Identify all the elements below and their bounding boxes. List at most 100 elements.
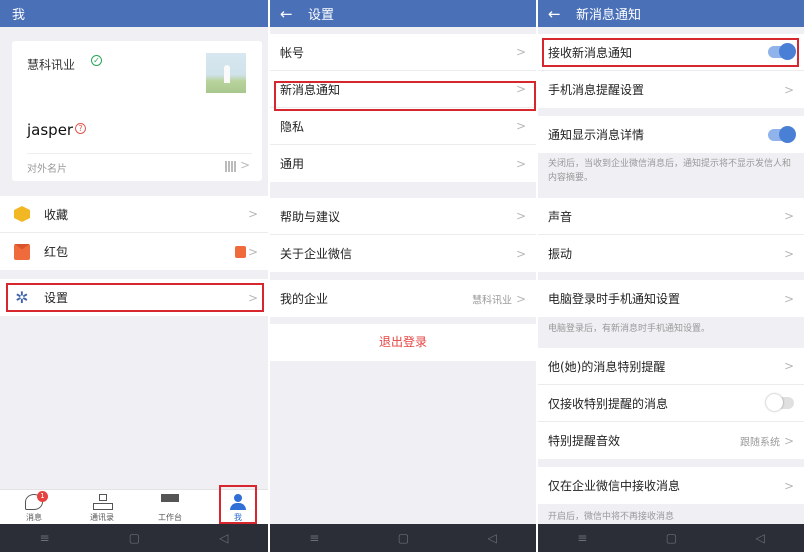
cube-icon bbox=[14, 206, 30, 222]
special-sound-row[interactable]: 特别提醒音效 跟随系统 > bbox=[538, 422, 804, 459]
chevron-right-icon: > bbox=[247, 244, 258, 259]
chevron-right-icon: > bbox=[515, 119, 526, 133]
receive-notification-row[interactable]: 接收新消息通知 bbox=[538, 34, 804, 71]
menu-item-label: 收藏 bbox=[44, 207, 69, 222]
gear-icon: ✲ bbox=[15, 287, 29, 307]
settings-item-label: 我的企业 bbox=[280, 292, 329, 306]
special-sound-value: 跟随系统 bbox=[740, 437, 780, 448]
row-label: 振动 bbox=[548, 247, 573, 261]
chevron-right-icon: > bbox=[515, 82, 526, 96]
chevron-right-icon: > bbox=[515, 45, 526, 59]
settings-group-2: 帮助与建议 > 关于企业微信 > bbox=[270, 198, 536, 272]
row-label: 仅接收特别提醒的消息 bbox=[548, 396, 669, 411]
chevron-right-icon: > bbox=[783, 82, 794, 97]
special-reminder-row[interactable]: 他(她)的消息特别提醒 > bbox=[538, 348, 804, 385]
bottom-tab-bar: 1 消息 通讯录 工作台 我 bbox=[0, 489, 268, 525]
me-menu-group: 收藏 > 红包 > bbox=[0, 196, 268, 270]
company-name: 慧科讯业 bbox=[27, 58, 76, 72]
chevron-right-icon: > bbox=[239, 158, 250, 172]
row-label: 他(她)的消息特别提醒 bbox=[548, 359, 666, 374]
menu-item-settings[interactable]: ✲ 设置 > bbox=[0, 279, 268, 316]
tab-contacts[interactable]: 通讯录 bbox=[72, 490, 132, 526]
nav-menu-icon[interactable]: ≡ bbox=[40, 531, 50, 545]
chevron-right-icon: > bbox=[783, 209, 794, 223]
chevron-right-icon: > bbox=[247, 207, 258, 221]
chevron-right-icon: > bbox=[783, 478, 794, 493]
nav-menu-icon[interactable]: ≡ bbox=[309, 531, 319, 545]
pc-login-notify-row[interactable]: 电脑登录时手机通知设置 > bbox=[538, 280, 804, 317]
tab-me[interactable]: 我 bbox=[208, 490, 268, 526]
only-wework-row[interactable]: 仅在企业微信中接收消息 > bbox=[538, 467, 804, 504]
chevron-right-icon: > bbox=[783, 359, 794, 373]
nav-home-icon[interactable]: ▢ bbox=[666, 531, 677, 545]
enterprise-value: 慧科讯业 bbox=[472, 295, 512, 306]
chevron-right-icon: > bbox=[515, 246, 526, 261]
nav-home-icon[interactable]: ▢ bbox=[398, 531, 409, 545]
qr-code-icon[interactable] bbox=[225, 161, 237, 172]
notification-group-6: 仅在企业微信中接收消息 > bbox=[538, 467, 804, 504]
me-topbar: 我 bbox=[0, 0, 268, 27]
settings-item-help[interactable]: 帮助与建议 > bbox=[270, 198, 536, 235]
unread-badge: 1 bbox=[37, 491, 48, 502]
chevron-right-icon: > bbox=[783, 291, 794, 306]
back-arrow-icon[interactable]: ← bbox=[280, 5, 294, 23]
chevron-right-icon: > bbox=[515, 209, 526, 223]
tab-messages[interactable]: 1 消息 bbox=[4, 490, 64, 526]
chevron-right-icon: > bbox=[783, 246, 794, 261]
settings-item-label: 通用 bbox=[280, 157, 305, 171]
settings-screen: ← 设置 帐号 > 新消息通知 > 隐私 > 通用 > 帮助与建议 > 关于企业… bbox=[270, 0, 536, 552]
nav-back-icon[interactable]: ◁ bbox=[756, 531, 765, 545]
page-title: 新消息通知 bbox=[576, 8, 642, 23]
nav-back-icon[interactable]: ◁ bbox=[488, 531, 497, 545]
menu-item-label: 红包 bbox=[44, 245, 69, 259]
sound-row[interactable]: 声音 > bbox=[538, 198, 804, 235]
show-detail-toggle[interactable] bbox=[768, 125, 796, 143]
settings-group-1: 帐号 > 新消息通知 > 隐私 > 通用 > bbox=[270, 34, 536, 182]
user-name: jasper bbox=[27, 121, 74, 139]
row-label: 仅在企业微信中接收消息 bbox=[548, 479, 681, 493]
pc-login-note: 电脑登录后，有新消息时手机通知设置。 bbox=[548, 324, 711, 334]
row-label: 接收新消息通知 bbox=[548, 45, 633, 60]
tab-label: 通讯录 bbox=[90, 513, 114, 522]
avatar[interactable] bbox=[206, 53, 246, 93]
nav-back-icon[interactable]: ◁ bbox=[219, 531, 228, 545]
back-arrow-icon[interactable]: ← bbox=[548, 5, 562, 23]
profile-card[interactable]: 慧科讯业 ✓ jasper ? 对外名片 > bbox=[12, 41, 262, 181]
row-label: 特别提醒音效 bbox=[548, 434, 621, 448]
notification-screen: ← 新消息通知 接收新消息通知 手机消息提醒设置 > 通知显示消息详情 关闭后，… bbox=[538, 0, 804, 552]
nav-menu-icon[interactable]: ≡ bbox=[577, 531, 587, 545]
settings-item-label: 帮助与建议 bbox=[280, 209, 341, 224]
notification-group-1: 接收新消息通知 手机消息提醒设置 > bbox=[538, 34, 804, 108]
settings-item-label: 关于企业微信 bbox=[280, 247, 353, 261]
only-special-toggle[interactable] bbox=[766, 394, 794, 411]
system-nav-bar: ≡ ▢ ◁ bbox=[538, 524, 804, 552]
show-detail-note: 关闭后，当收到企业微信消息后，通知提示将不显示发信人和内容摘要。 bbox=[548, 159, 792, 183]
settings-item-new-message-notification[interactable]: 新消息通知 > bbox=[270, 71, 536, 108]
phone-reminder-settings-row[interactable]: 手机消息提醒设置 > bbox=[538, 71, 804, 108]
nav-home-icon[interactable]: ▢ bbox=[129, 531, 140, 545]
show-detail-row[interactable]: 通知显示消息详情 bbox=[538, 116, 804, 153]
settings-item-general[interactable]: 通用 > bbox=[270, 145, 536, 182]
verified-icon: ✓ bbox=[91, 55, 102, 66]
only-special-row[interactable]: 仅接收特别提醒的消息 bbox=[538, 385, 804, 422]
menu-item-red-envelope[interactable]: 红包 > bbox=[0, 233, 268, 270]
settings-topbar: ← 设置 bbox=[270, 0, 536, 27]
system-nav-bar: ≡ ▢ ◁ bbox=[0, 524, 268, 552]
me-screen: 我 慧科讯业 ✓ jasper ? 对外名片 > 收藏 > 红包 > ✲ 设置 … bbox=[0, 0, 268, 552]
settings-item-privacy[interactable]: 隐私 > bbox=[270, 108, 536, 145]
tab-workbench[interactable]: 工作台 bbox=[140, 490, 200, 526]
settings-item-my-enterprise[interactable]: 我的企业 慧科讯业 > bbox=[270, 280, 536, 317]
notification-topbar: ← 新消息通知 bbox=[538, 0, 804, 27]
settings-item-account[interactable]: 帐号 > bbox=[270, 34, 536, 71]
workbench-grid-icon bbox=[161, 494, 179, 510]
vibrate-row[interactable]: 振动 > bbox=[538, 235, 804, 272]
logout-button[interactable]: 退出登录 bbox=[270, 324, 536, 361]
settings-item-label: 新消息通知 bbox=[280, 82, 341, 97]
receive-notification-toggle[interactable] bbox=[768, 43, 796, 60]
row-label: 电脑登录时手机通知设置 bbox=[548, 292, 681, 306]
help-icon[interactable]: ? bbox=[75, 123, 86, 134]
settings-item-about[interactable]: 关于企业微信 > bbox=[270, 235, 536, 272]
namecard-label: 对外名片 bbox=[27, 164, 67, 175]
row-label: 手机消息提醒设置 bbox=[548, 83, 645, 97]
menu-item-favorites[interactable]: 收藏 > bbox=[0, 196, 268, 233]
